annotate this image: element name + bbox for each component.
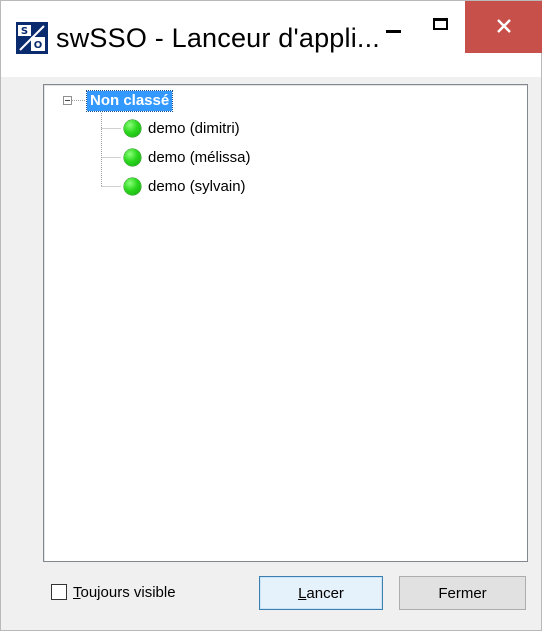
application-tree[interactable]: Non classé demo (dimitri) demo (mélissa)… xyxy=(43,84,528,562)
checkbox-box[interactable] xyxy=(51,584,67,600)
green-circle-icon xyxy=(124,148,141,166)
green-circle-icon xyxy=(124,119,141,137)
tree-item-label: demo (dimitri) xyxy=(148,119,240,137)
title-bar[interactable]: S O swSSO - Lanceur d'appli... xyxy=(1,1,542,77)
green-circle-icon xyxy=(124,177,141,195)
close-icon xyxy=(496,19,512,34)
tree-item-demo-melissa[interactable]: demo (mélissa) xyxy=(124,146,251,168)
maximize-icon xyxy=(432,18,448,30)
close-window-button[interactable] xyxy=(465,1,542,53)
tree-item-label: demo (sylvain) xyxy=(148,177,246,195)
tree-item-demo-dimitri[interactable]: demo (dimitri) xyxy=(124,117,240,139)
minimize-icon xyxy=(385,29,401,33)
svg-text:O: O xyxy=(34,40,43,51)
always-visible-label: Toujours visible xyxy=(73,583,176,601)
tree-item-label: demo (mélissa) xyxy=(148,148,251,166)
svg-text:S: S xyxy=(21,26,28,37)
close-button[interactable]: Fermer xyxy=(399,576,526,610)
window-title: swSSO - Lanceur d'appli... xyxy=(56,23,381,53)
tree-root-non-classe[interactable]: Non classé xyxy=(85,90,174,112)
swsso-app-icon: S O xyxy=(16,22,48,54)
maximize-button[interactable] xyxy=(415,1,465,53)
tree-item-demo-sylvain[interactable]: demo (sylvain) xyxy=(124,175,246,197)
minimize-button[interactable] xyxy=(371,1,415,53)
collapse-node-icon[interactable] xyxy=(63,96,72,105)
always-visible-checkbox[interactable]: Toujours visible xyxy=(51,581,176,603)
launcher-window: S O swSSO - Lanceur d'appli... Non class… xyxy=(0,0,542,631)
launch-button[interactable]: Lancer xyxy=(259,576,383,610)
